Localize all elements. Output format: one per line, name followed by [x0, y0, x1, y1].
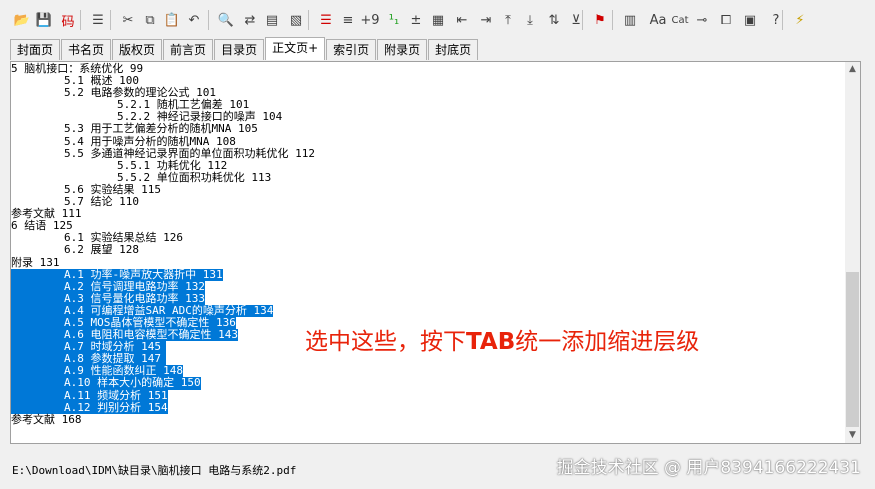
font-icon[interactable]: Aa [648, 8, 668, 32]
window-icon[interactable]: ⧠ [716, 8, 736, 32]
text-line[interactable]: 参考文献 168 [11, 412, 846, 426]
toolbar-separator [582, 10, 583, 30]
toolbar-separator [208, 10, 209, 30]
line-text: 5.4 用于噪声分析的随机MNA 108 [11, 134, 236, 148]
text-editor[interactable]: 5 脑机接口：系统优化 99 5.1 概述 100 5.2 电路参数的理论公式 … [10, 61, 861, 444]
text-line[interactable]: A.12 判别分析 154 [11, 401, 846, 414]
line-text: A.10 样本大小的确定 150 [11, 376, 201, 390]
toolbar-separator [110, 10, 111, 30]
tab-1[interactable]: 书名页 [61, 39, 112, 60]
line-text: 5.5 多通道神经记录界面的单位面积功耗优化 112 [11, 146, 315, 160]
toolbar-separator [80, 10, 81, 30]
cut-icon[interactable]: ✂ [118, 8, 138, 32]
link-icon[interactable]: ⊸ [692, 8, 712, 32]
align-icon[interactable]: ≡ [338, 8, 358, 32]
undo-icon[interactable]: ↶ [184, 8, 204, 32]
page-icon[interactable]: ▤ [262, 8, 282, 32]
annotation-tab-key: TAB [466, 329, 516, 355]
vertical-scrollbar[interactable]: ▲ ▼ [845, 62, 860, 443]
toolbar: 📂 💾 码 ☰ ✂ ⧉ 📋 ↶ 🔍 ⇄ ▤ ▧ ☰ ≡ +9 ¹₁ ± ▦ ⇤ ⇥ ⤒ ⤓ ⇅ ⊻ ⚑ ▥ Aa Cat ⊸ ⧠ ▣? ⚡ [0, 0, 875, 38]
tab-2[interactable]: 版权页 [112, 39, 163, 60]
line-text: 5 脑机接口：系统优化 99 [11, 62, 144, 75]
editor-lines: 5 脑机接口：系统优化 99 5.1 概述 100 5.2 电路参数的理论公式 … [11, 62, 846, 426]
annotation-part-1: 选中这些，按下 [305, 329, 466, 355]
text-line[interactable]: 参考文献 111 [11, 208, 846, 220]
tab-3[interactable]: 前言页 [163, 39, 214, 60]
scroll-thumb[interactable] [846, 272, 859, 427]
toolbar-separator [782, 10, 783, 30]
copy-icon[interactable]: ⧉ [140, 8, 160, 32]
line-text: 参考文献 111 [11, 207, 82, 221]
tab-5[interactable]: 正文页+ [265, 37, 326, 60]
line-text: 参考文献 168 [11, 412, 82, 426]
text-line[interactable]: A.11 频域分析 151 [11, 388, 846, 402]
replace-icon[interactable]: ⇄ [240, 8, 260, 32]
outdent-icon[interactable]: ⇤ [452, 8, 472, 32]
indent-level-icon[interactable]: ☰ [316, 8, 336, 32]
line-text: 6.1 实验结果总结 126 [11, 231, 183, 245]
text-line[interactable]: A.10 样本大小的确定 150 [11, 376, 846, 390]
line-text: A.11 频域分析 151 [11, 388, 168, 402]
tab-0[interactable]: 封面页 [10, 39, 61, 60]
category-icon[interactable]: Cat [670, 8, 690, 32]
text-line[interactable]: 附录 131 [11, 255, 846, 269]
annotation-text: 选中这些，按下TAB统一添加缩进层级 [305, 322, 699, 356]
document-icon[interactable]: ▦ [428, 8, 448, 32]
line-text: A.1 功率-噪声放大器折中 131 [11, 267, 223, 281]
line-text: 5.6 实验结果 115 [11, 182, 161, 196]
line-text: 5.5.2 单位面积功耗优化 113 [11, 170, 272, 184]
text-line[interactable]: 6.2 展望 128 [11, 244, 846, 256]
bookmark-panel-icon[interactable]: ☰ [88, 8, 108, 32]
text-line[interactable]: 5.7 结论 110 [11, 195, 846, 208]
tab-6[interactable]: 索引页 [326, 39, 377, 60]
tab-8[interactable]: 封底页 [428, 39, 479, 60]
sort-icon[interactable]: ⇅ [544, 8, 564, 32]
text-line[interactable]: A.2 信号调理电路功率 132 [11, 279, 846, 293]
indent-icon[interactable]: ⇥ [476, 8, 496, 32]
columns-icon[interactable]: ▥ [620, 8, 640, 32]
scroll-down-icon[interactable]: ▼ [845, 428, 860, 443]
annotation-part-3: 统一添加缩进层级 [515, 329, 700, 355]
pdf-icon[interactable]: ⚑ [590, 8, 610, 32]
tab-7[interactable]: 附录页 [377, 39, 428, 60]
offset-icon[interactable]: +9 [360, 8, 380, 32]
encoding-icon[interactable]: 码 [58, 8, 78, 32]
export-icon[interactable]: ▣ [740, 8, 760, 32]
page-tabs: 封面页 书名页 版权页 前言页 目录页 正文页+ 索引页 附录页 封底页 [10, 37, 479, 61]
save-icon[interactable]: 💾 [34, 8, 54, 32]
line-text: 附录 131 [11, 255, 60, 269]
collapse-icon[interactable]: ⊻ [566, 8, 586, 32]
line-text: 6.2 展望 128 [11, 243, 139, 257]
open-folder-icon[interactable]: 📂 [12, 8, 32, 32]
line-text: 5.5.1 功耗优化 112 [11, 158, 228, 172]
help-icon[interactable]: ? [766, 8, 786, 32]
move-down-icon[interactable]: ⤓ [520, 8, 540, 32]
line-text: A.2 信号调理电路功率 132 [11, 279, 205, 293]
tab-4[interactable]: 目录页 [214, 39, 265, 60]
find-icon[interactable]: 🔍 [216, 8, 236, 32]
toolbar-separator [308, 10, 309, 30]
text-line[interactable]: A.1 功率-噪声放大器折中 131 [11, 267, 846, 281]
watermark: 掘金技术社区 @ 用户8394166222431 [556, 458, 861, 478]
scroll-up-icon[interactable]: ▲ [845, 62, 860, 77]
settings-icon[interactable]: ⚡ [790, 8, 810, 32]
numbering-icon[interactable]: ¹₁ [384, 8, 404, 32]
page-find-icon[interactable]: ▧ [286, 8, 306, 32]
line-text: 5.3 用于工艺偏差分析的随机MNA 105 [11, 122, 258, 136]
paste-icon[interactable]: 📋 [162, 8, 182, 32]
move-up-icon[interactable]: ⤒ [498, 8, 518, 32]
toolbar-separator [612, 10, 613, 30]
plus-minus-icon[interactable]: ± [406, 8, 426, 32]
file-path: E:\Download\IDM\缺目录\脑机接口 电路与系统2.pdf [12, 464, 297, 477]
